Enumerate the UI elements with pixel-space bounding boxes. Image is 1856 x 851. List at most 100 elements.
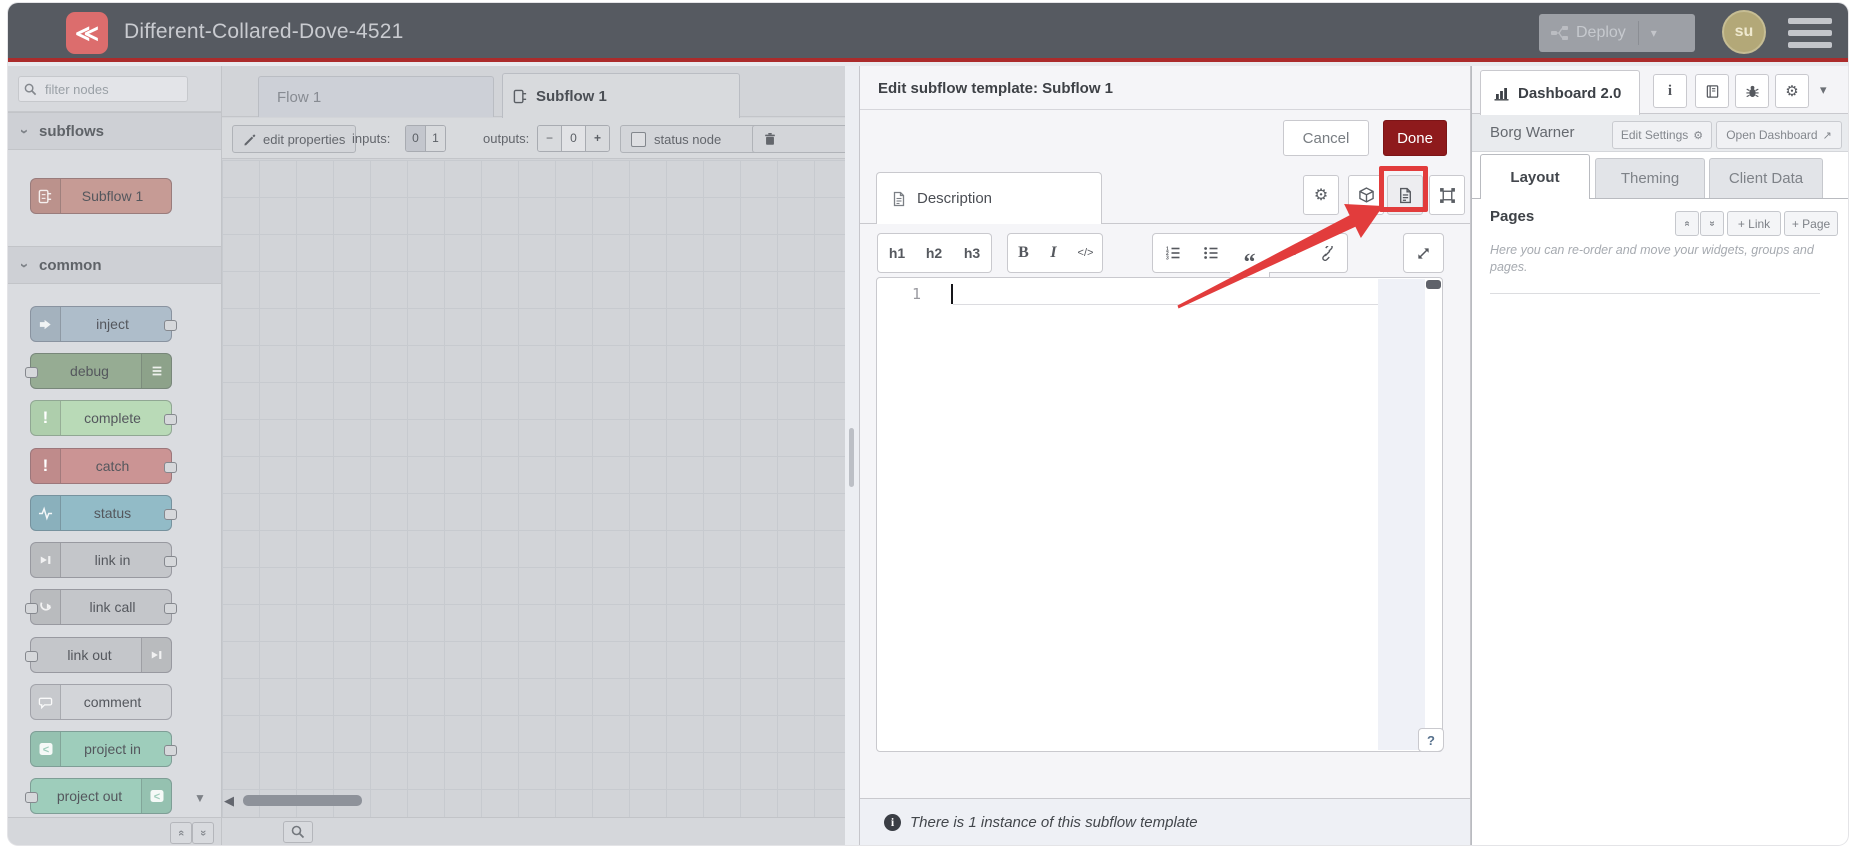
edit-properties-button[interactable]: edit properties — [232, 125, 357, 153]
deploy-caret-icon[interactable]: ▾ — [1639, 26, 1669, 40]
tab-description[interactable]: Description — [876, 172, 1102, 224]
sidebar-menu-caret-icon[interactable]: ▾ — [1820, 82, 1827, 98]
inputs-toggle[interactable]: 0 1 — [405, 125, 446, 152]
md-h3-button[interactable]: h3 — [953, 233, 992, 273]
output-port[interactable] — [164, 320, 177, 331]
complete-icon: ! — [31, 401, 61, 435]
status-node-checkbox[interactable]: status node — [620, 125, 767, 153]
input-port[interactable] — [25, 603, 38, 614]
deploy-icon — [1551, 26, 1568, 40]
section-label: subflows — [39, 122, 105, 140]
palette-node-project-in[interactable]: < project in — [30, 731, 177, 767]
tab-theming[interactable]: Theming — [1595, 158, 1705, 198]
md-unordered-list-button[interactable] — [1191, 233, 1231, 273]
outputs-plus-button[interactable]: + — [585, 126, 609, 151]
palette-node-link-in[interactable]: link in — [30, 542, 177, 578]
open-dashboard-button[interactable]: Open Dashboard ↗ — [1716, 121, 1842, 149]
palette-node-catch[interactable]: ! catch — [30, 448, 177, 484]
user-avatar[interactable]: su — [1722, 10, 1766, 54]
editor-help-button[interactable]: ? — [1418, 728, 1444, 752]
input-port[interactable] — [25, 792, 38, 803]
palette-node-project-out[interactable]: < project out — [25, 778, 172, 814]
input-port[interactable] — [25, 651, 38, 662]
hscroll-left-icon[interactable]: ◀ — [224, 793, 234, 809]
burger-bar — [1788, 30, 1832, 36]
description-editor[interactable]: 1 — [876, 277, 1443, 752]
md-hr-button[interactable]: — — [1269, 233, 1309, 273]
canvas-footer — [222, 817, 845, 845]
tab-client-data[interactable]: Client Data — [1709, 158, 1823, 198]
debug-icon — [141, 354, 171, 388]
palette-node-comment[interactable]: comment — [30, 684, 172, 720]
output-port[interactable] — [164, 745, 177, 756]
header: ≪ Different-Collared-Dove-4521 Deploy ▾ … — [8, 3, 1848, 62]
md-expand-button[interactable] — [1403, 233, 1444, 273]
md-ordered-list-button[interactable]: 123 — [1152, 233, 1193, 273]
palette-node-debug[interactable]: debug — [25, 353, 172, 389]
expand-all-button[interactable]: » — [192, 822, 214, 844]
palette-sidebar: ▲ › subflows Subflow 1 › common inject — [8, 66, 222, 845]
output-port[interactable] — [164, 556, 177, 567]
delete-subflow-button[interactable] — [752, 125, 845, 153]
md-link-button[interactable] — [1308, 233, 1348, 273]
palette-node-inject[interactable]: inject — [30, 306, 177, 342]
appearance-icon — [1439, 187, 1456, 204]
inputs-option-1[interactable]: 1 — [425, 126, 445, 151]
palette-section-common[interactable]: › common — [8, 246, 221, 284]
output-port[interactable] — [164, 414, 177, 425]
md-h1-button[interactable]: h1 — [877, 233, 917, 273]
palette-scroll-down-icon[interactable]: ▼ — [194, 792, 206, 804]
tab-subflow-1[interactable]: Subflow 1 — [502, 73, 740, 118]
link-out-icon — [141, 638, 171, 672]
subflow-properties-button[interactable]: ⚙ — [1303, 175, 1339, 215]
md-italic-button[interactable]: I — [1038, 233, 1070, 273]
outputs-stepper[interactable]: − 0 + — [537, 125, 610, 152]
palette-node-link-call[interactable]: link call — [25, 589, 177, 625]
horizontal-scrollbar[interactable] — [243, 795, 362, 806]
edit-settings-button[interactable]: Edit Settings ⚙ — [1612, 121, 1712, 149]
project-in-icon: < — [31, 732, 61, 766]
link-icon — [1320, 245, 1335, 261]
done-button[interactable]: Done — [1383, 120, 1447, 156]
flow-canvas-grid[interactable] — [222, 160, 845, 817]
inputs-option-0[interactable]: 0 — [406, 126, 425, 151]
md-code-button[interactable]: </> — [1069, 233, 1103, 273]
md-h2-button[interactable]: h2 — [915, 233, 954, 273]
palette-node-complete[interactable]: ! complete — [30, 400, 177, 436]
help-panel-button[interactable] — [1695, 74, 1729, 108]
md-bold-button[interactable]: B — [1007, 233, 1040, 273]
move-down-button[interactable]: » — [1700, 211, 1724, 236]
palette-node-subflow-1[interactable]: Subflow 1 — [30, 178, 172, 214]
appearance-button[interactable] — [1429, 175, 1465, 215]
input-port[interactable] — [25, 367, 38, 378]
divider — [1490, 293, 1820, 294]
palette-section-subflows[interactable]: › subflows — [8, 112, 221, 150]
md-quote-button[interactable]: “ — [1230, 233, 1270, 283]
move-up-button[interactable]: « — [1675, 211, 1699, 236]
filter-nodes-input[interactable] — [18, 76, 188, 102]
palette-node-link-out[interactable]: link out — [25, 637, 172, 673]
debug-panel-button[interactable] — [1735, 74, 1769, 108]
output-port[interactable] — [164, 509, 177, 520]
deploy-button[interactable]: Deploy ▾ — [1539, 14, 1695, 52]
vertical-scrollbar[interactable] — [849, 428, 854, 487]
book-icon — [1705, 84, 1720, 99]
add-page-button[interactable]: + Page — [1784, 211, 1838, 236]
config-nodes-button[interactable]: ⚙ — [1775, 74, 1809, 108]
editor-scrollbar-thumb[interactable] — [1426, 280, 1441, 289]
add-link-button[interactable]: + Link — [1727, 211, 1781, 236]
cancel-button[interactable]: Cancel — [1283, 120, 1369, 156]
outputs-minus-button[interactable]: − — [538, 126, 561, 151]
checkbox-icon[interactable] — [631, 131, 646, 147]
tab-dashboard-2[interactable]: Dashboard 2.0 — [1480, 70, 1640, 115]
tab-flow-1[interactable]: Flow 1 — [258, 76, 494, 117]
inject-icon — [31, 307, 61, 341]
palette-node-status[interactable]: status — [30, 495, 177, 531]
output-port[interactable] — [164, 462, 177, 473]
info-panel-button[interactable]: i — [1653, 74, 1687, 108]
output-port[interactable] — [164, 603, 177, 614]
main-menu-button[interactable] — [1788, 18, 1832, 48]
tab-layout[interactable]: Layout — [1480, 154, 1590, 199]
search-flows-button[interactable] — [283, 821, 313, 843]
collapse-all-button[interactable]: « — [170, 822, 192, 844]
